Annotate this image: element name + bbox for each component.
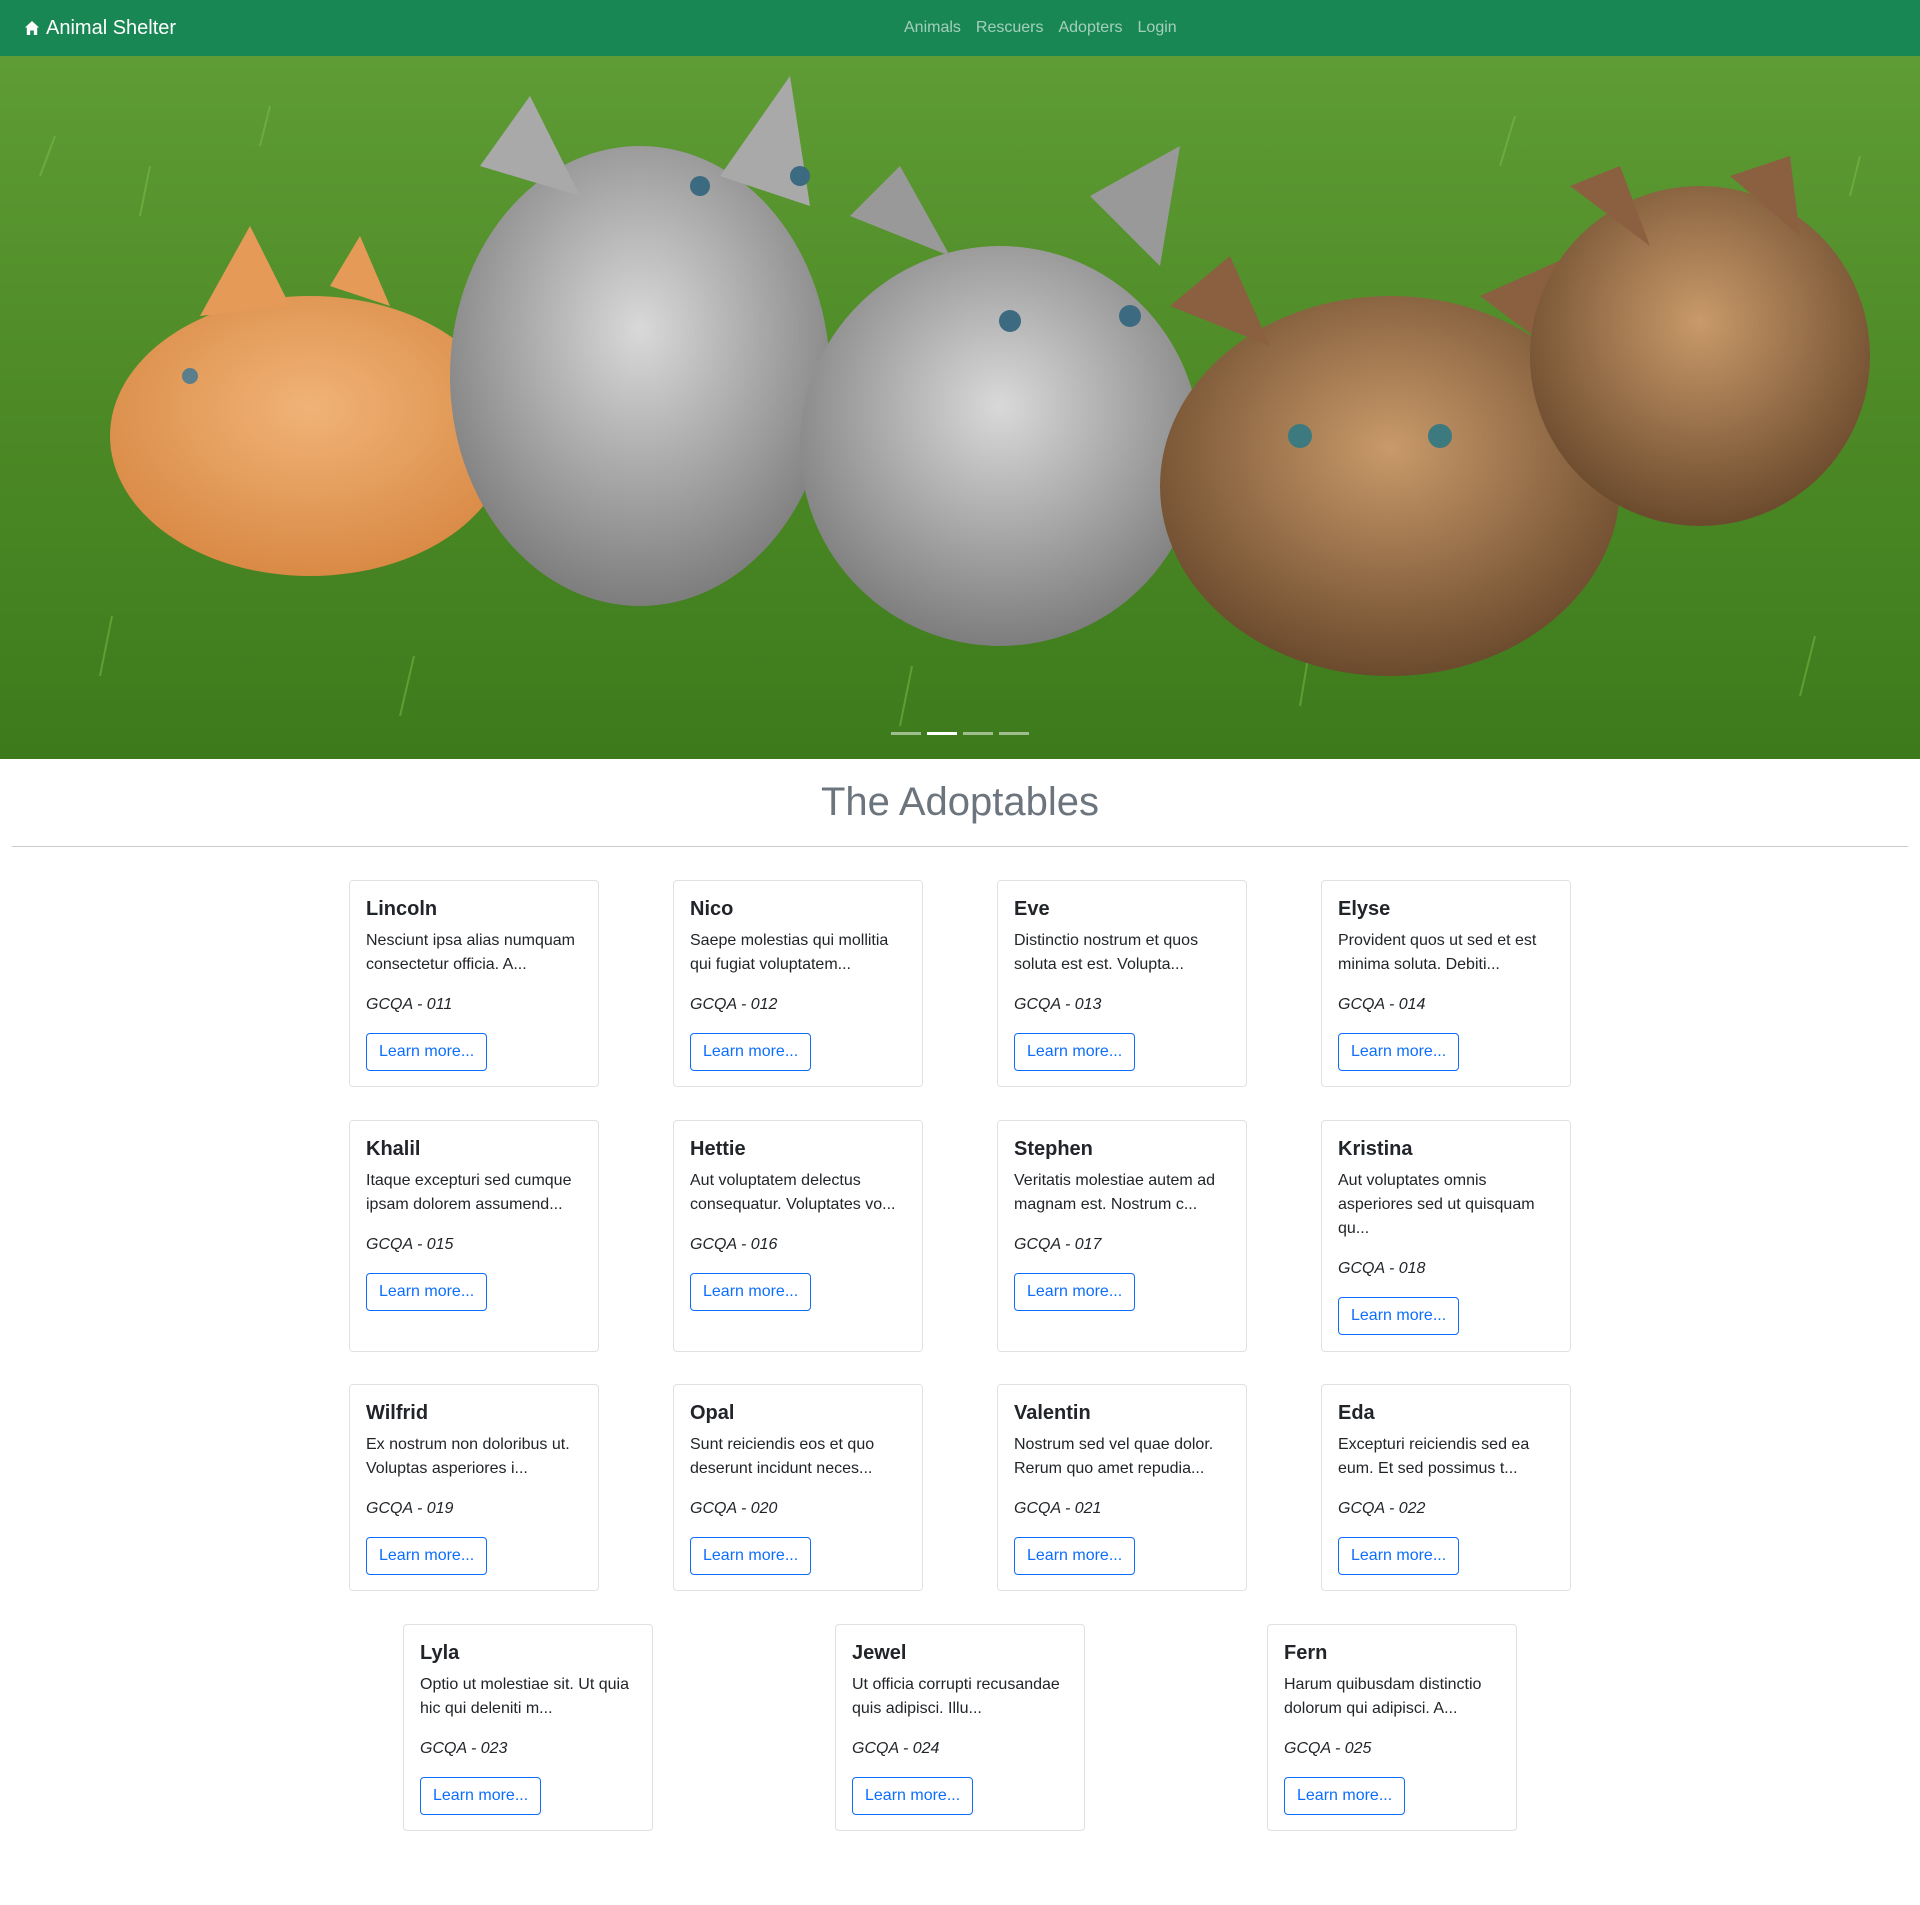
card-code: GCQA - 012 [690, 996, 778, 1013]
card-title: Eda [1338, 1402, 1375, 1424]
learn-more-button[interactable]: Learn more... [690, 1273, 812, 1311]
card-code: GCQA - 015 [366, 1236, 454, 1253]
card-description: Distinctio nostrum et quos soluta est es… [1014, 932, 1199, 973]
animal-card: Valentin Nostrum sed vel quae dolor. Rer… [997, 1384, 1247, 1591]
animal-card: Opal Sunt reiciendis eos et quo deserunt… [673, 1384, 923, 1591]
card-description: Optio ut molestiae sit. Ut quia hic qui … [420, 1676, 629, 1717]
animal-card: Wilfrid Ex nostrum non doloribus ut. Vol… [349, 1384, 599, 1591]
card-description: Excepturi reiciendis sed ea eum. Et sed … [1338, 1436, 1530, 1477]
card-code: GCQA - 017 [1014, 1236, 1102, 1253]
carousel-indicator-1[interactable] [891, 732, 921, 735]
nav-link-rescuers[interactable]: Rescuers [976, 19, 1044, 37]
nav-link-adopters[interactable]: Adopters [1058, 19, 1122, 37]
learn-more-button[interactable]: Learn more... [1014, 1273, 1136, 1311]
learn-more-button[interactable]: Learn more... [1014, 1033, 1136, 1071]
card-title: Fern [1284, 1642, 1328, 1664]
animal-card: Khalil Itaque excepturi sed cumque ipsam… [349, 1120, 599, 1352]
hero-carousel[interactable] [0, 56, 1920, 759]
card-description: Aut voluptatem delectus consequatur. Vol… [690, 1172, 896, 1213]
card-title: Opal [690, 1402, 735, 1424]
nav-link-animals[interactable]: Animals [904, 19, 961, 37]
animal-card: Eda Excepturi reiciendis sed ea eum. Et … [1321, 1384, 1571, 1591]
learn-more-button[interactable]: Learn more... [1338, 1537, 1460, 1575]
card-code: GCQA - 016 [690, 1236, 778, 1253]
card-title: Khalil [366, 1138, 421, 1160]
card-code: GCQA - 018 [1338, 1260, 1426, 1277]
animal-card: Lincoln Nesciunt ipsa alias numquam cons… [349, 880, 599, 1087]
animal-card: Stephen Veritatis molestiae autem ad mag… [997, 1120, 1247, 1352]
navbar: Animal Shelter Animals Rescuers Adopters… [0, 0, 1920, 56]
card-code: GCQA - 024 [852, 1740, 940, 1757]
card-title: Valentin [1014, 1402, 1091, 1424]
nav-link-login[interactable]: Login [1138, 19, 1177, 37]
carousel-indicator-2[interactable] [927, 732, 957, 735]
card-description: Itaque excepturi sed cumque ipsam dolore… [366, 1172, 572, 1213]
card-title: Wilfrid [366, 1402, 429, 1424]
card-description: Ex nostrum non doloribus ut. Voluptas as… [366, 1436, 570, 1477]
brand-label: Animal Shelter [46, 16, 177, 39]
animal-card: Eve Distinctio nostrum et quos soluta es… [997, 880, 1247, 1087]
animal-card: Nico Saepe molestias qui mollitia qui fu… [673, 880, 923, 1087]
card-description: Harum quibusdam distinctio dolorum qui a… [1284, 1676, 1482, 1717]
learn-more-button[interactable]: Learn more... [420, 1777, 542, 1815]
section-title: The Adoptables [821, 780, 1099, 824]
card-description: Saepe molestias qui mollitia qui fugiat … [690, 932, 889, 973]
learn-more-button[interactable]: Learn more... [366, 1033, 488, 1071]
card-description: Ut officia corrupti recusandae quis adip… [852, 1676, 1060, 1717]
card-description: Sunt reiciendis eos et quo deserunt inci… [690, 1436, 875, 1477]
card-title: Eve [1014, 898, 1050, 920]
card-title: Stephen [1014, 1138, 1093, 1160]
carousel-indicator-3[interactable] [963, 732, 993, 735]
card-title: Kristina [1338, 1138, 1413, 1160]
hero-image-kittens [0, 56, 1920, 759]
nav-links: Animals Rescuers Adopters Login [904, 0, 1192, 56]
card-code: GCQA - 014 [1338, 996, 1426, 1013]
learn-more-button[interactable]: Learn more... [1338, 1033, 1460, 1071]
learn-more-button[interactable]: Learn more... [366, 1273, 488, 1311]
carousel-indicator-4[interactable] [999, 732, 1029, 735]
card-title: Lyla [420, 1642, 460, 1664]
learn-more-button[interactable]: Learn more... [366, 1537, 488, 1575]
card-code: GCQA - 022 [1338, 1500, 1426, 1517]
animal-card: Hettie Aut voluptatem delectus consequat… [673, 1120, 923, 1352]
card-title: Elyse [1338, 898, 1391, 920]
carousel-indicators [0, 732, 1920, 735]
animal-card: Fern Harum quibusdam distinctio dolorum … [1267, 1624, 1517, 1831]
home-icon [25, 21, 39, 35]
card-code: GCQA - 025 [1284, 1740, 1372, 1757]
card-description: Veritatis molestiae autem ad magnam est.… [1014, 1172, 1215, 1213]
card-code: GCQA - 021 [1014, 1500, 1102, 1517]
animal-card: Lyla Optio ut molestiae sit. Ut quia hic… [403, 1624, 653, 1831]
learn-more-button[interactable]: Learn more... [690, 1033, 812, 1071]
card-code: GCQA - 011 [366, 996, 453, 1013]
learn-more-button[interactable]: Learn more... [1284, 1777, 1406, 1815]
learn-more-button[interactable]: Learn more... [852, 1777, 974, 1815]
learn-more-button[interactable]: Learn more... [690, 1537, 812, 1575]
animal-card: Kristina Aut voluptates omnis asperiores… [1321, 1120, 1571, 1352]
card-title: Hettie [690, 1138, 746, 1160]
card-title: Nico [690, 898, 734, 920]
brand-link[interactable]: Animal Shelter [24, 0, 176, 56]
card-code: GCQA - 019 [366, 1500, 454, 1517]
animal-card: Elyse Provident quos ut sed et est minim… [1321, 880, 1571, 1087]
card-description: Provident quos ut sed et est minima solu… [1338, 932, 1537, 973]
learn-more-button[interactable]: Learn more... [1014, 1537, 1136, 1575]
card-description: Nostrum sed vel quae dolor. Rerum quo am… [1014, 1436, 1214, 1477]
card-title: Jewel [852, 1642, 907, 1664]
card-title: Lincoln [366, 898, 438, 920]
section-divider [12, 846, 1908, 847]
card-description: Nesciunt ipsa alias numquam consectetur … [366, 932, 575, 973]
learn-more-button[interactable]: Learn more... [1338, 1297, 1460, 1335]
card-code: GCQA - 023 [420, 1740, 508, 1757]
card-code: GCQA - 020 [690, 1500, 778, 1517]
animal-card: Jewel Ut officia corrupti recusandae qui… [835, 1624, 1085, 1831]
card-description: Aut voluptates omnis asperiores sed ut q… [1338, 1172, 1535, 1237]
card-code: GCQA - 013 [1014, 996, 1102, 1013]
